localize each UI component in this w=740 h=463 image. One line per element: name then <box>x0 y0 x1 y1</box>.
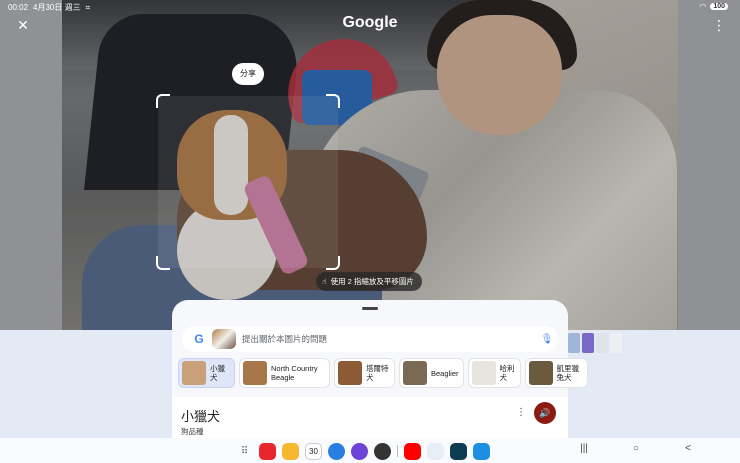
app-icon[interactable] <box>282 442 299 460</box>
chip-label: 凱里獵兔犬 <box>556 364 580 382</box>
thumbnail-strip <box>568 333 638 355</box>
google-logo-icon: G <box>194 332 204 346</box>
screen: 00:02 4月30日 週三 ⌗ ◠ 100 ✕ Google ⋮ 分享 ☝ 使… <box>0 0 740 463</box>
chip-thumbnail <box>403 361 427 385</box>
app-icon[interactable] <box>351 442 368 460</box>
chip-kerry-beagle[interactable]: 凱里獵兔犬 <box>524 358 588 388</box>
chip-thumbnail <box>471 361 496 385</box>
related-chips: 小獵犬 North Country Beagle 塔爾特犬 Beaglier 哈… <box>178 358 588 388</box>
speaker-icon[interactable]: 🔊 <box>534 402 556 424</box>
selection-handle-bottom-left[interactable] <box>156 256 170 270</box>
recents-icon[interactable]: ||| <box>576 443 592 459</box>
app-icon[interactable] <box>473 442 490 460</box>
chip-label: Beaglier <box>431 368 459 378</box>
youtube-icon[interactable] <box>404 442 421 460</box>
zoom-hint-text: 使用 2 指縮放及平移圖片 <box>330 277 414 286</box>
apps-grid-icon[interactable]: ⠿ <box>236 446 253 457</box>
chip-tartar-dog[interactable]: 塔爾特犬 <box>334 358 395 388</box>
chip-label: 哈利犬 <box>499 364 515 382</box>
search-input[interactable]: G 提出關於本圖片的問題 🎙 <box>182 326 558 352</box>
home-icon[interactable]: ○ <box>628 443 644 459</box>
chip-label: 小獵犬 <box>210 364 225 382</box>
status-time: 00:02 <box>8 3 29 12</box>
status-bar: 00:02 4月30日 週三 ⌗ ◠ 100 <box>0 0 740 14</box>
status-date: 4月30日 週三 <box>33 3 81 12</box>
more-options-icon[interactable]: ⋮ <box>712 16 726 34</box>
battery-indicator: 100 <box>710 3 728 10</box>
back-icon[interactable]: < <box>680 443 696 459</box>
share-button[interactable]: 分享 <box>232 63 264 85</box>
result-more-icon[interactable]: ⋮ <box>516 407 526 418</box>
chip-label: 塔爾特犬 <box>366 364 389 382</box>
sheet-drag-handle[interactable] <box>362 307 378 310</box>
screenshot-icon: ⌗ <box>85 2 91 12</box>
selection-region[interactable] <box>158 96 338 268</box>
query-image-thumbnail <box>212 329 236 349</box>
settings-icon[interactable] <box>450 442 467 460</box>
chip-label: North Country Beagle <box>271 364 318 382</box>
system-nav-buttons: ||| ○ < <box>576 443 696 459</box>
selection-handle-top-right[interactable] <box>326 94 340 108</box>
microphone-icon[interactable]: 🎙 <box>536 334 558 345</box>
chip-north-country-beagle[interactable]: North Country Beagle <box>239 358 330 388</box>
pinch-icon: ☝ <box>322 277 327 286</box>
camera-icon[interactable] <box>374 442 391 460</box>
page-title: Google <box>342 14 398 31</box>
wifi-icon: ◠ <box>699 2 707 11</box>
selection-handle-top-left[interactable] <box>156 94 170 108</box>
selection-handle-bottom-right[interactable] <box>326 256 340 270</box>
chip-thumbnail <box>528 361 553 385</box>
app-icon[interactable] <box>259 442 276 460</box>
result-title: 小獵犬 <box>181 409 221 424</box>
zoom-hint: ☝ 使用 2 指縮放及平移圖片 <box>316 272 422 291</box>
result-subtitle: 狗品種 <box>181 427 204 436</box>
app-icon[interactable] <box>427 442 444 460</box>
chip-thumbnail <box>338 361 362 385</box>
chip-thumbnail <box>182 361 206 385</box>
chip-beagle[interactable]: 小獵犬 <box>178 358 235 388</box>
calendar-icon[interactable]: 30 <box>305 442 322 460</box>
search-placeholder: 提出關於本圖片的問題 <box>242 334 328 344</box>
chip-beaglier[interactable]: Beaglier <box>399 358 464 388</box>
app-dock: ⠿ 30 <box>236 442 490 460</box>
chat-icon[interactable] <box>328 442 345 460</box>
chip-harrier[interactable]: 哈利犬 <box>467 358 521 388</box>
chip-thumbnail <box>243 361 267 385</box>
